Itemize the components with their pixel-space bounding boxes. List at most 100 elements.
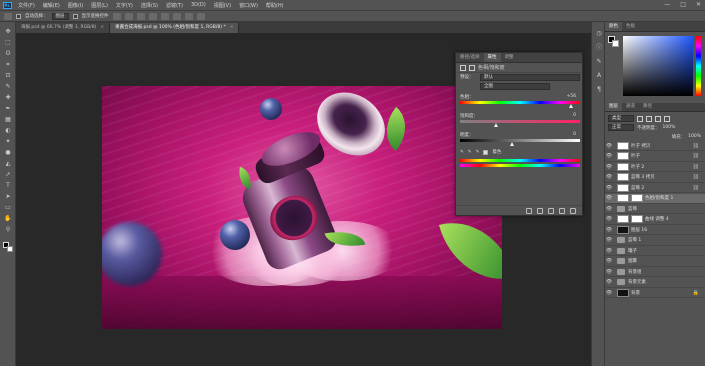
align-right-icon[interactable] xyxy=(136,12,145,20)
eyedropper-icon[interactable]: ✎ xyxy=(460,150,464,155)
visibility-eye-icon[interactable]: 👁 xyxy=(605,256,613,266)
eyedropper-minus-icon[interactable]: ✎ xyxy=(476,150,480,155)
mask-icon[interactable] xyxy=(469,64,475,71)
background-color-swatch[interactable] xyxy=(7,246,13,252)
delete-icon[interactable] xyxy=(570,207,576,214)
character-icon[interactable]: A xyxy=(595,72,603,80)
tool-button-icon[interactable]: ▭ xyxy=(3,204,13,212)
saturation-value[interactable]: 0 xyxy=(573,113,576,118)
document-tab-active[interactable]: 果酱合成海报.psd @ 100% (色相/饱和度 1, RGB/8) * × xyxy=(110,23,240,33)
visibility-icon[interactable] xyxy=(559,207,565,214)
color-swatches[interactable] xyxy=(3,242,13,252)
tool-button-icon[interactable]: ✒ xyxy=(3,105,13,113)
hue-strip[interactable] xyxy=(696,36,701,96)
move-tool-icon[interactable] xyxy=(4,12,12,20)
tool-button-icon[interactable]: ⌗ xyxy=(3,61,13,69)
tab-adjustments[interactable]: 调整 xyxy=(501,53,518,62)
distribute-icon[interactable] xyxy=(184,12,193,20)
tool-button-icon[interactable]: ◐ xyxy=(3,127,13,135)
layer-row[interactable]: 👁 图层 16 xyxy=(605,225,705,235)
fill-value[interactable]: 100% xyxy=(688,134,701,139)
reset-icon[interactable] xyxy=(548,207,554,214)
layer-row[interactable]: 👁 蓝莓 1 xyxy=(605,236,705,246)
layer-row[interactable]: 👁 背景元素 xyxy=(605,278,705,288)
visibility-eye-icon[interactable]: 👁 xyxy=(605,172,613,182)
preset-dropdown[interactable]: 默认 xyxy=(480,74,580,81)
lightness-slider-track[interactable] xyxy=(460,139,580,142)
layer-row[interactable]: 👁 蓝莓 2 ⛓ xyxy=(605,183,705,193)
menu-item[interactable]: 文字(Y) xyxy=(112,2,137,9)
saturation-slider-thumb[interactable] xyxy=(494,123,498,127)
tool-button-icon[interactable]: ✎ xyxy=(3,83,13,91)
tab-swatches[interactable]: 色板 xyxy=(622,22,639,31)
tool-button-icon[interactable]: ➤ xyxy=(3,193,13,201)
info-icon[interactable]: ⓘ xyxy=(595,44,603,52)
close-button[interactable]: ✕ xyxy=(696,1,701,8)
align-top-icon[interactable] xyxy=(148,12,157,20)
menu-item[interactable]: 3D(D) xyxy=(187,2,210,9)
menu-item[interactable]: 滤镜(T) xyxy=(162,2,187,9)
auto-select-dropdown[interactable]: 图层 xyxy=(51,12,69,20)
visibility-eye-icon[interactable]: 👁 xyxy=(605,214,613,224)
eyedropper-plus-icon[interactable]: ✎ xyxy=(468,150,472,155)
hue-value[interactable]: +56 xyxy=(567,94,577,99)
menu-item[interactable]: 视图(V) xyxy=(210,2,235,9)
tool-button-icon[interactable]: ➚ xyxy=(3,171,13,179)
visibility-eye-icon[interactable]: 👁 xyxy=(605,225,613,235)
visibility-eye-icon[interactable]: 👁 xyxy=(605,162,613,172)
tab-paths[interactable]: 路径 xyxy=(639,102,656,111)
visibility-eye-icon[interactable]: 👁 xyxy=(605,183,613,193)
view-previous-icon[interactable] xyxy=(537,207,543,214)
tool-button-icon[interactable]: ✚ xyxy=(3,94,13,102)
filter-shape-icon[interactable] xyxy=(664,115,670,122)
tool-button-icon[interactable]: ⚲ xyxy=(3,226,13,234)
lightness-slider-thumb[interactable] xyxy=(510,142,514,146)
tool-button-icon[interactable]: T xyxy=(3,182,13,190)
paragraph-icon[interactable]: ¶ xyxy=(595,86,603,94)
minimize-button[interactable]: — xyxy=(664,1,670,8)
align-left-icon[interactable] xyxy=(112,12,121,20)
visibility-eye-icon[interactable]: 👁 xyxy=(605,151,613,161)
visibility-eye-icon[interactable]: 👁 xyxy=(605,288,613,298)
brush-settings-icon[interactable]: ✎ xyxy=(595,58,603,66)
tool-button-icon[interactable]: ✋ xyxy=(3,215,13,223)
visibility-eye-icon[interactable]: 👁 xyxy=(605,235,613,245)
menu-item[interactable]: 图像(I) xyxy=(64,2,87,9)
layer-row[interactable]: 👁 蓝莓 xyxy=(605,204,705,214)
document-tab[interactable]: 海报.psd @ 66.7% (调整 3, RGB/8) × xyxy=(16,23,111,33)
opacity-value[interactable]: 100% xyxy=(663,125,676,130)
tool-button-icon[interactable]: ● xyxy=(3,149,13,157)
history-icon[interactable]: ◷ xyxy=(595,30,603,38)
tool-button-icon[interactable]: ⬚ xyxy=(3,39,13,47)
align-middle-icon[interactable] xyxy=(160,12,169,20)
layer-mask-thumbnail[interactable] xyxy=(631,215,643,223)
tab-layers[interactable]: 图层 xyxy=(605,102,622,111)
color-picker-field[interactable] xyxy=(623,36,693,96)
layer-row[interactable]: 👁 叶子 拷贝 ⛓ xyxy=(605,141,705,151)
tab-channels[interactable]: 通道 xyxy=(622,102,639,111)
tool-button-icon[interactable]: ◭ xyxy=(3,160,13,168)
layer-row[interactable]: 👁 叶子 ⛓ xyxy=(605,152,705,162)
blend-mode-dropdown[interactable]: 正常 xyxy=(608,124,634,131)
layer-row[interactable]: 👁 曲线 调整 4 xyxy=(605,215,705,225)
filter-type-icon[interactable] xyxy=(655,115,661,122)
background-color-swatch[interactable] xyxy=(612,40,619,47)
filter-adjustment-icon[interactable] xyxy=(646,115,652,122)
visibility-eye-icon[interactable]: 👁 xyxy=(605,277,613,287)
tool-button-icon[interactable]: ▦ xyxy=(3,116,13,124)
tool-button-icon[interactable]: ✦ xyxy=(3,138,13,146)
filter-pixel-icon[interactable] xyxy=(637,115,643,122)
menu-item[interactable]: 图层(L) xyxy=(87,2,112,9)
layer-row[interactable]: 👁 蓝莓 3 拷贝 ⛓ xyxy=(605,173,705,183)
align-center-icon[interactable] xyxy=(124,12,133,20)
tab-color[interactable]: 颜色 xyxy=(605,22,622,31)
document-canvas[interactable] xyxy=(102,86,502,329)
layer-row[interactable]: 👁 罐子 xyxy=(605,246,705,256)
menu-item[interactable]: 帮助(H) xyxy=(262,2,288,9)
layer-row[interactable]: 👁 背景 🔒 xyxy=(605,288,705,298)
layer-row[interactable]: 👁 背景组 xyxy=(605,267,705,277)
hue-slider-thumb[interactable] xyxy=(569,104,573,108)
layer-mask-thumbnail[interactable] xyxy=(631,194,643,202)
menu-item[interactable]: 编辑(E) xyxy=(39,2,64,9)
lightness-value[interactable]: 0 xyxy=(573,132,576,137)
